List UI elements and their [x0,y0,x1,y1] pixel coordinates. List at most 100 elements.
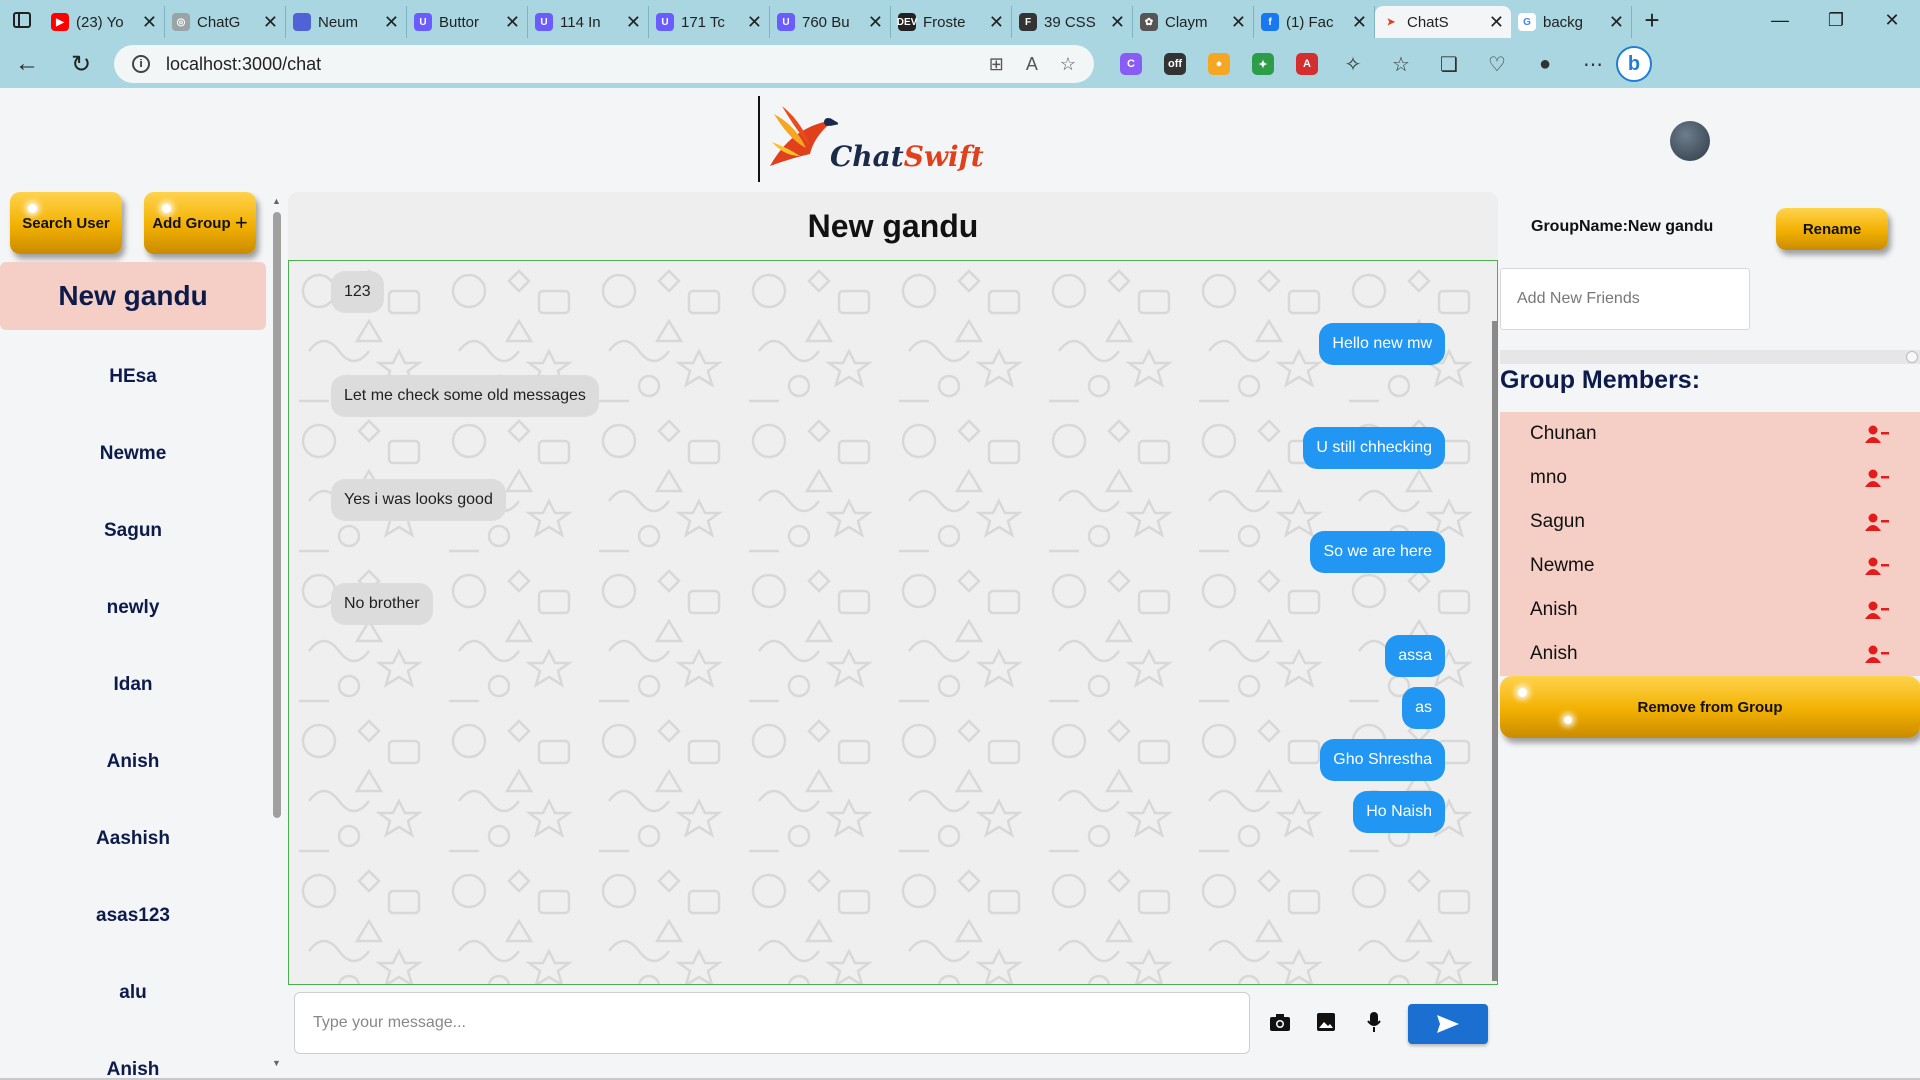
remove-from-group-button[interactable]: Remove from Group [1500,676,1920,738]
chatswift-icon: ➤ [1386,16,1396,28]
user-avatar[interactable] [1670,121,1710,161]
chat-item[interactable]: alu [0,954,266,1031]
back-icon[interactable]: ← [0,50,54,78]
new-tab-button[interactable]: + [1632,5,1672,36]
chat-item[interactable]: Idan [0,646,266,723]
chat-item[interactable]: newly [0,569,266,646]
canva-extension-icon[interactable]: C [1120,53,1142,75]
tab-close-icon[interactable]: ✕ [142,12,157,33]
tab-close-icon[interactable]: ✕ [626,12,641,33]
chat-item[interactable]: HEsa [0,338,266,415]
browser-tab[interactable]: ◎ ChatG ✕ [165,6,286,38]
tab-close-icon[interactable]: ✕ [505,12,520,33]
tab-title: (23) Yo [76,13,124,31]
tab-title: ChatG [197,13,241,31]
camera-icon[interactable] [1266,1008,1294,1036]
browser-tab[interactable]: ▶ (23) Yo ✕ [44,6,165,38]
bing-copilot-icon[interactable]: b [1616,46,1652,82]
browser-essentials-icon[interactable]: ♡ [1484,52,1510,77]
chat-item[interactable]: Sagun [0,492,266,569]
doodle-background [289,261,1497,984]
browser-tab[interactable]: F 39 CSS ✕ [1012,6,1133,38]
chat-item-selected[interactable]: New gandu [0,262,266,330]
bird-logo-icon [770,106,838,166]
tab-close-icon[interactable]: ✕ [384,12,399,33]
tab-close-icon[interactable]: ✕ [868,12,883,33]
tab-close-icon[interactable]: ✕ [1352,12,1367,33]
minimize-icon[interactable]: — [1752,10,1808,31]
chat-item[interactable]: Newme [0,415,266,492]
scrollbar-thumb[interactable] [273,212,281,818]
browser-tab[interactable]: U Buttor ✕ [407,6,528,38]
tab-actions-icon[interactable] [0,0,44,40]
profile-icon[interactable]: ● [1532,53,1558,76]
remove-user-icon[interactable] [1864,644,1890,664]
right-panel-scrollbar[interactable] [1500,350,1920,364]
browser-tab[interactable]: Gbackg ✕ [1511,6,1632,38]
chat-list-scrollbar[interactable]: ▲ ▼ [271,196,283,1068]
chat-item[interactable]: Anish [0,1031,266,1080]
browser-tab[interactable]: ➤ ChatS ✕ [1375,6,1511,38]
remove-user-icon[interactable] [1864,556,1890,576]
dev-icon: DEV [897,13,917,31]
browser-tab[interactable]: ✿ Claym ✕ [1133,6,1254,38]
tab-title: Froste [923,13,966,31]
site-info-icon[interactable]: i [132,55,150,73]
send-button[interactable] [1408,1004,1488,1044]
close-window-icon[interactable]: ✕ [1864,10,1920,31]
browser-tab[interactable]: Neum ✕ [286,6,407,38]
browser-tab[interactable]: U 171 Tc ✕ [649,6,770,38]
chat-item[interactable]: Anish [0,723,266,800]
remove-user-icon[interactable] [1864,512,1890,532]
refresh-icon[interactable]: ↻ [54,50,108,79]
remove-user-icon[interactable] [1864,468,1890,488]
tab-close-icon[interactable]: ✕ [1489,12,1504,33]
chat-item[interactable]: Aashish [0,800,266,877]
rename-button[interactable]: Rename [1776,208,1888,250]
image-icon[interactable] [1312,1008,1340,1036]
favorites-icon[interactable]: ☆ [1388,52,1414,77]
scroll-up-icon[interactable]: ▲ [272,196,281,206]
browser-tab[interactable]: f (1) Fac ✕ [1254,6,1375,38]
pdf-extension-icon[interactable]: A [1296,53,1318,75]
off-extension-icon[interactable]: off [1164,53,1186,75]
app-available-icon[interactable]: ⊞ [989,54,1004,75]
remove-from-group-label: Remove from Group [1637,698,1783,716]
collections-icon[interactable]: ❏ [1436,52,1462,77]
tab-close-icon[interactable]: ✕ [263,12,278,33]
tab-close-icon[interactable]: ✕ [1609,12,1624,33]
tab-close-icon[interactable]: ✕ [1231,12,1246,33]
chat-item[interactable]: asas123 [0,877,266,954]
restore-icon[interactable]: ❐ [1808,10,1864,31]
tab-close-icon[interactable]: ✕ [989,12,1004,33]
color-extension-icon[interactable]: ● [1208,53,1230,75]
incoming-message: No brother [331,583,433,625]
browser-tab[interactable]: U 760 Bu ✕ [770,6,891,38]
tab-close-icon[interactable]: ✕ [1110,12,1125,33]
picker-extension-icon[interactable]: ✦ [1252,53,1274,75]
read-aloud-icon[interactable]: A [1026,54,1038,75]
scroll-down-icon[interactable]: ▼ [272,1058,281,1068]
scrollbar-knob[interactable] [1906,351,1918,363]
message-scrollbar[interactable] [1492,321,1497,981]
add-friends-input[interactable]: Add New Friends [1500,268,1750,330]
microphone-icon[interactable] [1360,1008,1388,1036]
remove-user-icon[interactable] [1864,424,1890,444]
browser-tab[interactable]: U 114 In ✕ [528,6,649,38]
tab-strip: ▶ (23) Yo ✕ ◎ ChatG ✕ Neum ✕ U Buttor ✕ U 114 In ✕ U 17… [44,2,1632,38]
search-user-button[interactable]: Search User [10,192,122,254]
browser-tab[interactable]: DEV Froste ✕ [891,6,1012,38]
message-input[interactable]: Type your message... [294,992,1250,1054]
tab-close-icon[interactable]: ✕ [747,12,762,33]
address-bar[interactable]: i localhost:3000/chat ⊞ A ☆ [114,45,1094,83]
message-area[interactable]: 123 Hello new mw Let me check some old mes… [288,260,1498,985]
extensions-puzzle-icon[interactable]: ✧ [1340,52,1366,77]
youtube-icon: ▶ [51,13,69,31]
tab-title: 39 CSS [1044,13,1096,31]
favorite-star-icon[interactable]: ☆ [1060,54,1076,75]
browser-toolbar: ← ↻ i localhost:3000/chat ⊞ A ☆ C off ● … [0,40,1920,88]
remove-user-icon[interactable] [1864,600,1890,620]
chat-list: New gandu HEsa Newme Sagun newly Idan Anish Aas… [0,262,266,1080]
add-group-button[interactable]: Add Group + [144,192,256,254]
more-options-icon[interactable]: ⋯ [1580,52,1606,77]
